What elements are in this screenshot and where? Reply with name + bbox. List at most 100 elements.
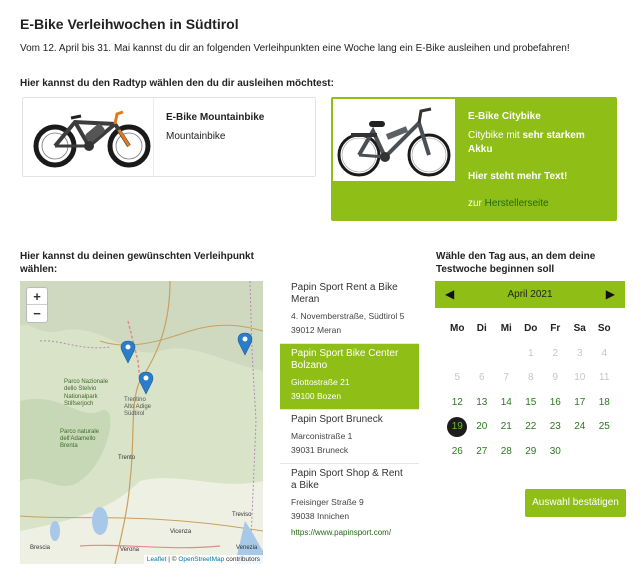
zoom-out-button[interactable]: − <box>27 305 47 322</box>
location-name: Papin Sport Bruneck <box>291 414 383 425</box>
bike-section-title: Hier kannst du den Radtyp wählen den du … <box>20 78 334 89</box>
calendar-day[interactable]: 30 <box>543 440 568 465</box>
calendar-day: 8 <box>527 372 534 383</box>
map-attribution: Leaflet | © OpenStreetMap contributors <box>143 555 263 564</box>
bike-name: E-Bike Citybike <box>468 111 541 122</box>
bike-desc: Citybike mit sehr starkem Akku <box>468 130 585 155</box>
location-street: 4. Novemberstraße, Südtirol 5 <box>291 311 405 321</box>
location-city: 39038 Innichen <box>291 511 350 521</box>
calendar-day[interactable]: 27 <box>470 440 495 465</box>
map-zoom-control: + − <box>26 287 48 323</box>
calendar-day: 1 <box>527 347 534 359</box>
calendar-day[interactable]: 15 <box>519 391 544 416</box>
weekday-header: Sa <box>573 323 586 334</box>
bike-card-mountainbike[interactable]: E-Bike Mountainbike Mountainbike <box>22 97 316 177</box>
calendar-empty-cell <box>445 342 470 367</box>
leaflet-link[interactable]: Leaflet <box>147 556 167 563</box>
calendar-day[interactable]: 17 <box>568 391 593 416</box>
calendar-empty-cell <box>470 342 495 367</box>
confirm-selection-button[interactable]: Auswahl bestätigen <box>525 489 626 517</box>
calendar-day[interactable]: 23 <box>543 415 568 440</box>
location-item-bozen[interactable]: Papin Sport Bike Center Bolzano Giottost… <box>280 344 419 410</box>
map-label-region: Trentino <box>124 397 146 403</box>
calendar-day[interactable]: 12 <box>445 391 470 416</box>
calendar-empty-cell <box>592 440 617 465</box>
intro-text: Vom 12. April bis 31. Mai kannst du dir … <box>20 43 570 54</box>
bike-name: E-Bike Mountainbike <box>166 112 265 123</box>
calendar-day[interactable]: 26 <box>445 440 470 465</box>
calendar-day[interactable]: 18 <box>592 391 617 416</box>
calendar-day[interactable]: 28 <box>494 440 519 465</box>
location-item-meran[interactable]: Papin Sport Rent a Bike Meran 4. Novembe… <box>280 278 419 344</box>
calendar-day[interactable]: 16 <box>543 391 568 416</box>
calendar-day[interactable]: 22 <box>519 415 544 440</box>
manufacturer-link[interactable]: Herstellerseite <box>485 198 549 209</box>
calendar-day[interactable]: 14 <box>494 391 519 416</box>
location-city: 39012 Meran <box>291 325 342 335</box>
mountainbike-image <box>31 106 155 170</box>
map-label-trento: Trento <box>118 455 136 461</box>
map-label-region: Südtirol <box>124 411 144 417</box>
calendar-day[interactable]: 13 <box>470 391 495 416</box>
location-item-bruneck[interactable]: Papin Sport Bruneck Marconistraße 1 3903… <box>280 410 419 464</box>
map-label-brescia: Brescia <box>30 545 51 551</box>
location-name: Papin Sport Shop & Rent a Bike <box>291 468 403 491</box>
calendar-day: 3 <box>576 347 583 359</box>
map-label-venezia: Venezia <box>236 545 258 551</box>
weekday-header: So <box>597 323 611 334</box>
calendar-empty-cell <box>568 440 593 465</box>
map-label-treviso: Treviso <box>232 512 252 518</box>
calendar-day: 11 <box>599 372 610 383</box>
location-url-link[interactable]: https://www.papinsport.com/ <box>291 528 408 537</box>
weekday-header: Do <box>524 323 538 334</box>
location-street: Marconistraße 1 <box>291 431 353 441</box>
zoom-in-button[interactable]: + <box>27 288 47 305</box>
card-divider <box>153 98 154 176</box>
bike-desc: Mountainbike <box>166 131 226 142</box>
map-label-stelvio: Stilfserjoch <box>64 401 93 407</box>
weekday-header: Di <box>476 323 487 334</box>
calendar-day[interactable]: 24 <box>568 415 593 440</box>
map-label-stelvio: Parco Nazionale <box>64 379 109 385</box>
location-list: Papin Sport Rent a Bike Meran 4. Novembe… <box>280 278 419 543</box>
weekday-header: Mo <box>450 323 465 334</box>
location-name: Papin Sport Bike Center Bolzano <box>291 348 399 371</box>
map-label-stelvio: Nationalpark <box>64 394 99 400</box>
bike-card-citybike[interactable]: E-Bike Citybike Citybike mit sehr starke… <box>331 97 617 221</box>
map-label-vicenza: Vicenza <box>170 529 192 535</box>
calendar-day: 7 <box>503 372 510 383</box>
calendar-day[interactable]: 19 <box>445 415 470 440</box>
map-label-adamello: Parco naturale <box>60 429 100 435</box>
calendar-day: 5 <box>454 372 461 383</box>
location-item-innichen[interactable]: Papin Sport Shop & Rent a Bike Freisinge… <box>280 464 419 543</box>
calendar-day: 10 <box>574 372 586 383</box>
location-city: 39031 Bruneck <box>291 445 349 455</box>
next-month-icon[interactable]: ▶ <box>606 287 615 301</box>
page-title: E-Bike Verleihwochen in Südtirol <box>20 16 239 32</box>
location-street: Giottostraße 21 <box>291 377 350 387</box>
map[interactable]: Parco Nazionale dello Stelvio Nationalpa… <box>20 281 263 564</box>
citybike-image <box>333 99 455 181</box>
calendar-day: 4 <box>601 347 608 359</box>
calendar-day: 6 <box>478 372 485 383</box>
weekday-header: Fr <box>550 323 561 334</box>
calendar-day[interactable]: 20 <box>470 415 495 440</box>
calendar-day: 2 <box>552 347 559 359</box>
calendar-day[interactable]: 21 <box>494 415 519 440</box>
location-section-title: Hier kannst du deinen gewünschten Verlei… <box>20 251 254 275</box>
map-label-region: Alto Adige <box>124 404 152 410</box>
location-name: Papin Sport Rent a Bike Meran <box>291 282 398 305</box>
calendar-grid: Mo Di Mi Do Fr Sa So 1 2 3 4 5 6 7 8 9 10 11 12 13 14 15 16 17 1… <box>445 317 617 464</box>
calendar-day[interactable]: 25 <box>592 415 617 440</box>
calendar-day[interactable]: 29 <box>519 440 544 465</box>
calendar-day: 9 <box>552 372 559 383</box>
map-label-adamello: Brenta <box>60 443 78 449</box>
location-street: Freisinger Straße 9 <box>291 497 364 507</box>
map-label-verona: Verona <box>120 547 140 553</box>
bike-more-text: Hier steht mehr Text! <box>468 171 568 182</box>
weekday-header: Mi <box>500 323 512 334</box>
calendar-empty-cell <box>494 342 519 367</box>
osm-link[interactable]: OpenStreetMap <box>178 556 224 563</box>
manufacturer-link-row: zur Herstellerseite <box>468 198 549 209</box>
calendar-section-title: Wähle den Tag aus, an dem deine Testwoch… <box>436 251 596 275</box>
